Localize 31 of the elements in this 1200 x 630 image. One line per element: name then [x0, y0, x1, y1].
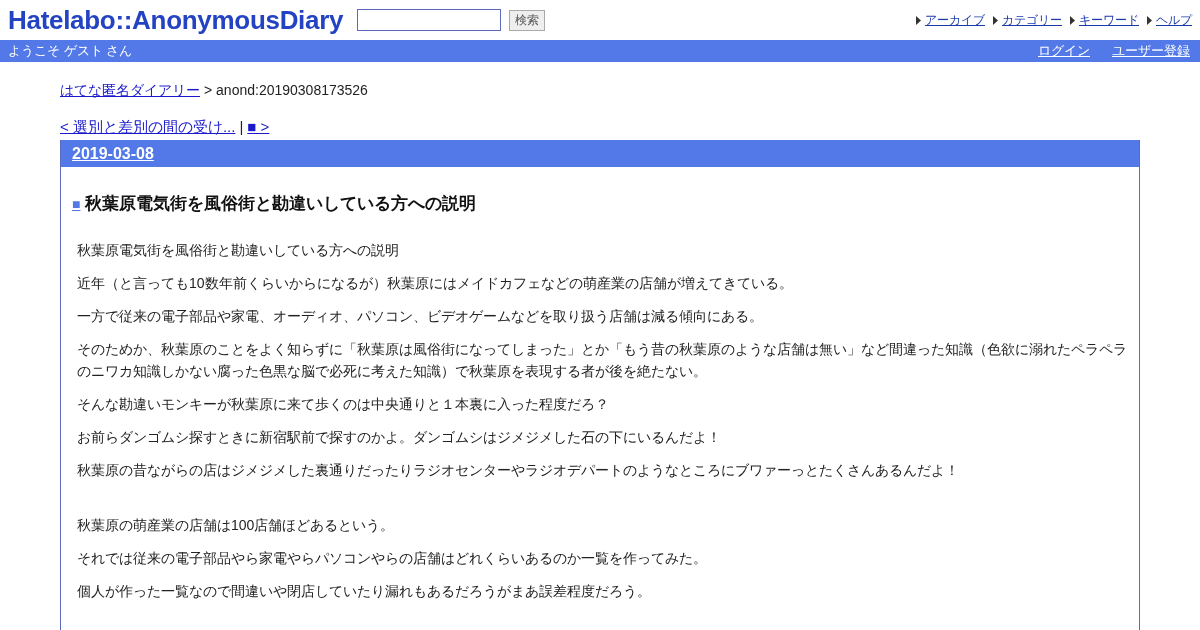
account-link[interactable]: ログイン — [1038, 42, 1090, 60]
arrow-icon — [993, 15, 999, 25]
search-button[interactable]: 検索 — [509, 9, 546, 31]
paragraph: それでは従来の電子部品やら家電やらパソコンやらの店舗はどれくらいあるのか一覧を作ってみた。 — [77, 549, 708, 568]
breadcrumb-link[interactable]: はてな匿名ダイアリー — [60, 82, 200, 104]
paragraph: そんな勘違いモンキーが秋葉原に来て歩くのは中央通りと１本裏に入った程度だろ？ — [77, 395, 610, 414]
arrow-icon — [916, 15, 922, 25]
nav-link[interactable]: キーワード — [1070, 11, 1139, 29]
paragraph: 近年（と言っても10数年前くらいからになるが）秋葉原にはメイドカフェなどの萌産業の店舗が増えてきている。 — [77, 274, 794, 293]
entry-title: 秋葉原電気街を風俗街と勘違いしている方への説明 — [85, 193, 477, 215]
account-link[interactable]: ユーザー登録 — [1112, 42, 1190, 60]
paragraph: そのためか、秋葉原のことをよく知らずに「秋葉原は風俗街になってしまった」とか「もう昔の秋葉原のような店舗は無い」など間違った知識（色欲に溺れたペラペラのニワカ知識しかない腐った色黒な脳で必死に考えた知識）で秋葉原を表現する者が後を絶たない。 — [77, 340, 1127, 381]
entry-date-link[interactable]: 2019-03-08 — [72, 144, 154, 163]
arrow-icon — [1147, 15, 1153, 25]
welcome-text: ようこそ ゲスト さん — [8, 42, 133, 60]
search-field[interactable] — [357, 9, 502, 31]
previous-link[interactable]: < 選別と差別の間の受け... — [60, 118, 236, 140]
paragraph: お前らダンゴムシ探すときに新宿駅前で探すのかよ。ダンゴムシはジメジメした石の下にいるんだよ！ — [77, 428, 722, 447]
breadcrumb-current: > anond:20190308173526 — [204, 82, 368, 100]
paragraph: 秋葉原の昔ながらの店はジメジメした裏通りだったりラジオセンターやラジオデパートのようなところにブワァーっとたくさんあるんだよ！ — [77, 461, 960, 480]
paragraph: 個人が作った一覧なので間違いや閉店していたり漏れもあるだろうがまあ誤差程度だろう。 — [77, 582, 652, 601]
permalink[interactable]: ■ — [72, 195, 81, 212]
next-link[interactable]: ■ > — [247, 118, 270, 140]
site-logo[interactable]: Hatelabo::AnonymousDiary — [8, 4, 344, 36]
paragraph: 一方で従来の電子部品や家電、オーディオ、パソコン、ビデオゲームなどを取り扱う店舗は減る傾向にある。 — [77, 307, 764, 326]
nav-link[interactable]: アーカイブ — [916, 11, 985, 29]
separator: | — [239, 118, 244, 137]
nav-link[interactable]: ヘルプ — [1147, 11, 1192, 29]
arrow-icon — [1070, 15, 1076, 25]
paragraph: 秋葉原電気街を風俗街と勘違いしている方への説明 — [77, 241, 400, 260]
paragraph: 秋葉原の萌産業の店舗は100店舗ほどあるという。 — [77, 516, 396, 535]
